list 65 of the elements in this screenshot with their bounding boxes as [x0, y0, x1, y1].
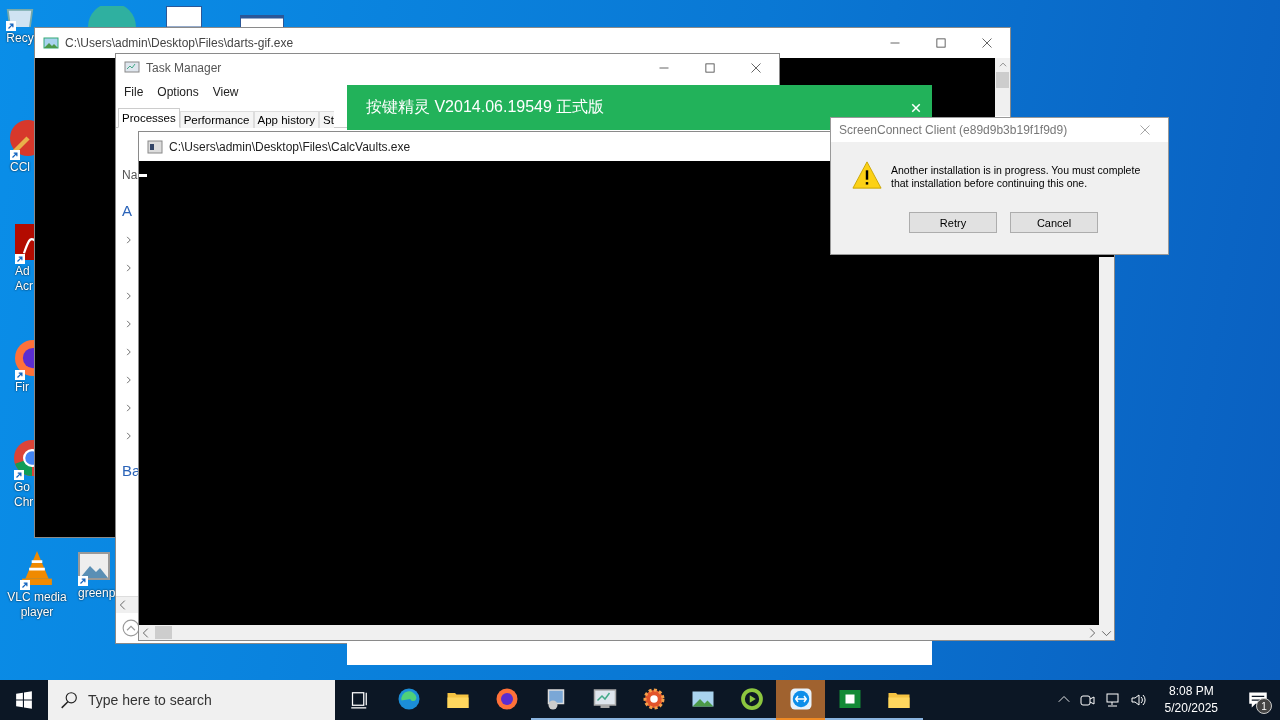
scroll-thumb[interactable] — [155, 626, 172, 639]
remote-icon — [788, 687, 813, 711]
globe-icon — [88, 6, 136, 27]
desktop-icon-label[interactable]: Go Chr — [14, 480, 34, 510]
collapse-icon — [122, 619, 140, 637]
camera-icon — [1078, 692, 1095, 708]
windows-logo-icon — [15, 691, 33, 709]
desktop-icon-label[interactable]: VLC media player — [7, 590, 67, 620]
search-icon — [60, 691, 78, 709]
window-title: C:\Users\admin\Desktop\Files\darts-gif.exe — [65, 36, 295, 50]
desktop-icon-label[interactable]: Fir — [15, 380, 29, 395]
monitor-icon — [124, 59, 140, 76]
window-title: ScreenConnect Client (e89d9b3b19f1f9d9) — [839, 123, 1069, 137]
shortcut-arrow-icon — [6, 21, 16, 31]
notifications-button[interactable]: 1 — [1236, 680, 1280, 720]
menu-item[interactable]: View — [212, 85, 239, 99]
edge-icon — [396, 687, 421, 711]
shortcut-arrow-icon — [15, 254, 25, 264]
traffic-cone-icon — [20, 550, 54, 586]
clock-time[interactable]: 8:08 PM — [1168, 683, 1214, 700]
image-icon — [43, 35, 59, 51]
menu-item[interactable]: File — [124, 85, 144, 99]
close-icon — [750, 61, 762, 74]
desktop-icon-label[interactable]: CCl — [10, 160, 30, 175]
search-bar[interactable]: Type here to search — [48, 680, 335, 720]
play-icon — [739, 687, 764, 711]
shortcut-arrow-icon — [20, 580, 30, 590]
firefox-icon — [494, 687, 519, 711]
window-title: 按键精灵 V2014.06.19549 正式版 — [366, 97, 606, 117]
tab[interactable]: App history — [253, 111, 320, 128]
task-view-icon — [349, 689, 370, 709]
gear-icon — [641, 687, 666, 711]
maximize-icon — [704, 61, 716, 74]
close-icon — [910, 101, 922, 114]
maximize-icon — [935, 37, 947, 49]
dialog-button[interactable]: Retry — [909, 212, 997, 233]
speaker-icon — [1128, 692, 1147, 708]
notification-count: 1 — [1256, 698, 1272, 714]
monitor-icon — [592, 687, 617, 711]
tab[interactable]: Performance — [179, 111, 254, 128]
shortcut-arrow-icon — [15, 370, 25, 380]
clock-date[interactable]: 5/20/2025 — [1164, 700, 1218, 717]
group-heading: A — [122, 201, 133, 221]
brush-icon — [10, 120, 34, 156]
dialog-message: Another installation is in progress. You must complete that installation before continuing this one. — [891, 163, 1142, 190]
desktop-icon-label[interactable]: Ad Acr — [15, 264, 33, 294]
shortcut-arrow-icon — [10, 150, 20, 160]
shortcut-arrow-icon — [14, 470, 24, 480]
tab[interactable]: Processes — [118, 108, 180, 128]
tab[interactable]: St — [319, 111, 334, 128]
search-field[interactable]: Type here to search — [88, 692, 308, 708]
close-icon — [981, 37, 993, 49]
shortcut-arrow-icon — [78, 576, 88, 586]
console-icon — [147, 138, 163, 155]
desktop-icon-label[interactable]: Recy — [6, 31, 34, 46]
desktop-icon-label[interactable]: greenp — [78, 586, 116, 601]
dialog-button[interactable]: Cancel — [1010, 212, 1098, 233]
image-icon — [78, 550, 110, 582]
window-title: C:\Users\admin\Desktop\Files\CalcVaults.exe — [169, 139, 412, 154]
warning-icon — [851, 160, 883, 190]
close-icon — [1139, 124, 1151, 136]
window-title: Task Manager — [146, 60, 223, 75]
spreadsheet-icon — [837, 687, 862, 711]
menu-item[interactable]: Options — [157, 85, 199, 99]
scroll-thumb[interactable] — [996, 72, 1009, 88]
